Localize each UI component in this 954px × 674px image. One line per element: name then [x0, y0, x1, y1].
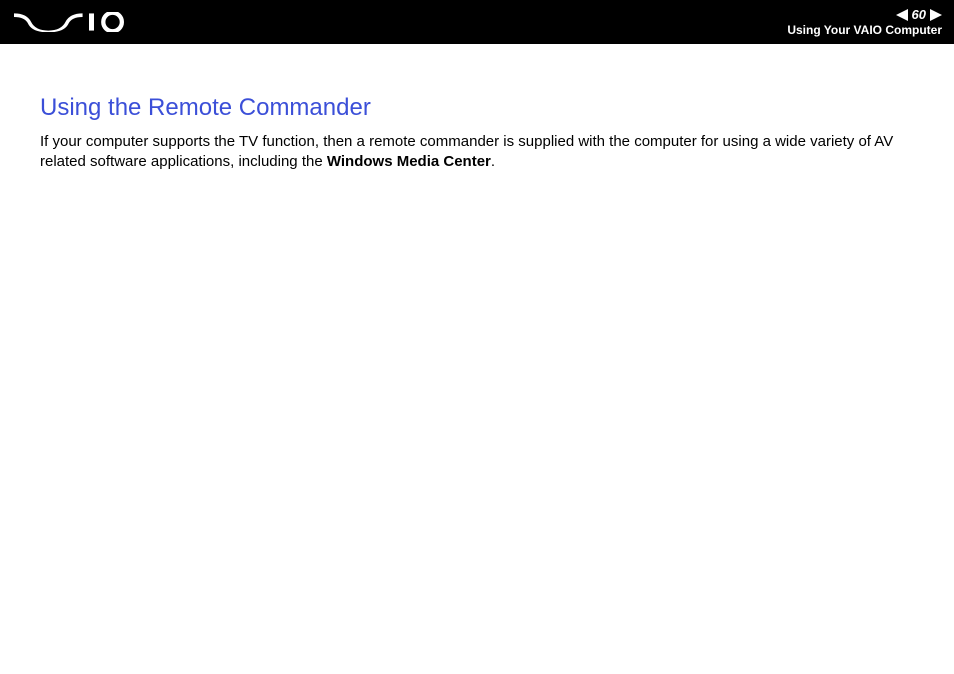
section-name: Using Your VAIO Computer [787, 23, 942, 37]
page-header: 60 Using Your VAIO Computer [0, 0, 954, 44]
header-right: 60 Using Your VAIO Computer [787, 7, 942, 37]
prev-page-arrow-icon[interactable] [896, 9, 908, 21]
vaio-logo [14, 0, 128, 44]
page-number: 60 [912, 7, 926, 23]
body-paragraph: If your computer supports the TV functio… [40, 132, 914, 173]
body-text-bold: Windows Media Center [327, 153, 491, 170]
page-content: Using the Remote Commander If your compu… [0, 44, 954, 173]
page-nav: 60 [896, 7, 942, 23]
page-heading: Using the Remote Commander [40, 94, 914, 122]
body-text-suffix: . [491, 153, 495, 170]
next-page-arrow-icon[interactable] [930, 9, 942, 21]
